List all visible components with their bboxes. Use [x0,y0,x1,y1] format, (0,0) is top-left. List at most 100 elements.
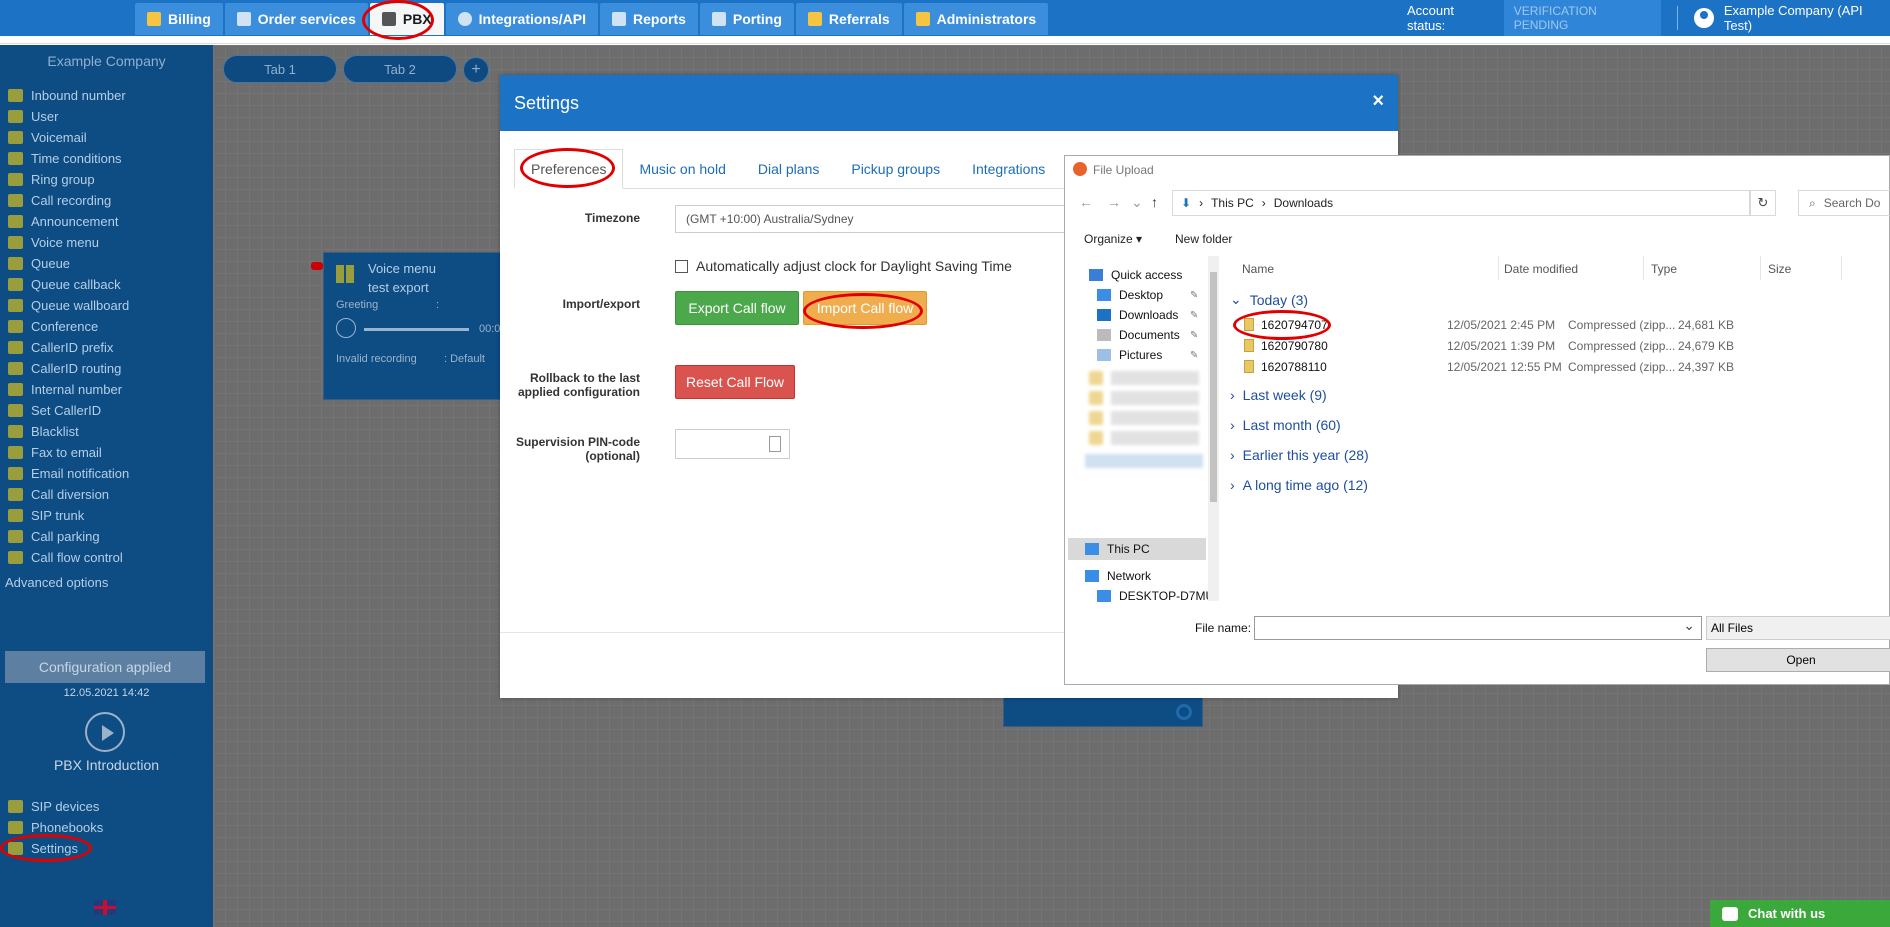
tab-dial-plans[interactable]: Dial plans [742,149,835,189]
sidebar-item-fax-to-email[interactable]: Fax to email [8,442,129,463]
sidebar-item-announcement[interactable]: Announcement [8,211,129,232]
dst-checkbox-row[interactable]: Automatically adjust clock for Daylight … [675,258,1012,274]
sidebar-item-blacklist[interactable]: Blacklist [8,421,129,442]
pin-icon[interactable]: ✎ [1190,310,1198,321]
group-long-time-ago[interactable]: › A long time ago (12) [1230,477,1368,493]
sidebar-item-user[interactable]: User [8,106,129,127]
sidebar-item-time-conditions[interactable]: Time conditions [8,148,129,169]
audio-progress-bar[interactable] [364,328,469,331]
timezone-select[interactable]: (GMT +10:00) Australia/Sydney [675,205,1075,233]
reset-call-flow-button[interactable]: Reset Call Flow [675,365,795,399]
pin-icon[interactable]: ✎ [1190,350,1198,361]
chevron-down-icon[interactable]: ⌄ [1131,194,1143,211]
sidebar-item-callerid-routing[interactable]: CallerID routing [8,358,129,379]
sidebar-item-sip-devices[interactable]: SIP devices [8,796,103,817]
group-last-month[interactable]: › Last month (60) [1230,417,1341,433]
column-name[interactable]: Name [1242,262,1274,276]
nav-tab-billing[interactable]: Billing [135,3,223,35]
sidebar-item-call-flow-control[interactable]: Call flow control [8,547,129,568]
nav-network[interactable]: Network [1085,569,1151,583]
advanced-options-link[interactable]: Advanced options [5,575,108,590]
spinner-icon[interactable] [769,436,781,452]
nav-downloads[interactable]: Downloads [1097,308,1178,322]
sidebar-item-call-parking[interactable]: Call parking [8,526,129,547]
sidebar-item-call-recording[interactable]: Call recording [8,190,129,211]
tab-integrations[interactable]: Integrations [956,149,1061,189]
back-icon[interactable]: ← [1079,194,1093,210]
column-size[interactable]: Size [1768,262,1791,276]
configuration-applied-button[interactable]: Configuration applied [5,651,205,683]
forward-icon[interactable]: → [1107,194,1121,210]
nav-tab-integrations[interactable]: Integrations/API [445,3,599,35]
nav-tab-administrators[interactable]: Administrators [903,3,1049,35]
nav-desktop-host[interactable]: DESKTOP-D7MU [1097,589,1214,603]
add-tab-button[interactable]: + [463,57,489,83]
sidebar-item-conference[interactable]: Conference [8,316,129,337]
canvas-tab-1[interactable]: Tab 1 [223,55,337,83]
play-icon[interactable] [336,318,356,338]
new-folder-button[interactable]: New folder [1175,232,1232,246]
scrollbar-thumb[interactable] [1210,272,1217,502]
company-menu[interactable]: Example Company (API Test) [1724,3,1890,33]
sidebar-item-queue-wallboard[interactable]: Queue wallboard [8,295,129,316]
nav-tab-porting[interactable]: Porting [699,3,794,35]
pin-icon[interactable]: ✎ [1190,290,1198,301]
open-button[interactable]: Open [1706,648,1890,672]
column-type[interactable]: Type [1651,262,1677,276]
group-last-week[interactable]: › Last week (9) [1230,387,1327,403]
nav-quick-access[interactable]: Quick access [1089,268,1182,282]
search-input[interactable]: ⌕ Search Do [1798,190,1890,216]
flow-node[interactable] [1003,697,1203,727]
sidebar-item-queue[interactable]: Queue [8,253,129,274]
sidebar-item-callerid-prefix[interactable]: CallerID prefix [8,337,129,358]
dst-checkbox[interactable] [675,259,688,273]
nav-tab-reports[interactable]: Reports [600,3,698,35]
sidebar-item-voice-menu[interactable]: Voice menu [8,232,129,253]
group-earlier-this-year[interactable]: › Earlier this year (28) [1230,447,1369,463]
gear-icon[interactable] [1176,704,1192,720]
breadcrumb-this-pc[interactable]: This PC [1211,196,1254,210]
address-bar[interactable]: ⬇ › This PC › Downloads [1172,190,1750,216]
play-icon[interactable] [85,712,125,752]
blurred-folder [1085,454,1203,468]
filetype-select[interactable]: All Files [1706,616,1890,640]
file-row[interactable]: 1620788110 12/05/2021 12:55 PM Compressed … [1230,358,1890,376]
sidebar-item-email-notification[interactable]: Email notification [8,463,129,484]
export-call-flow-button[interactable]: Export Call flow [675,291,799,325]
phone-icon [711,12,726,26]
refresh-icon[interactable]: ↻ [1750,190,1776,216]
voice-menu-node[interactable]: Voice menu test export Greeting : 00:0 I… [323,252,513,400]
nav-this-pc[interactable]: This PC [1085,542,1150,556]
column-date-modified[interactable]: Date modified [1504,262,1578,276]
close-icon[interactable]: × [1372,90,1384,113]
sidebar-item-set-callerid[interactable]: Set CallerID [8,400,129,421]
uk-flag-icon[interactable] [94,900,116,915]
supervision-pin-input[interactable] [675,429,790,459]
sidebar-item-inbound-number[interactable]: Inbound number [8,85,129,106]
pin-icon[interactable]: ✎ [1190,330,1198,341]
connector-handle[interactable] [311,262,323,270]
group-today[interactable]: ⌄ Today (3) [1230,291,1308,308]
chat-widget-button[interactable]: Chat with us [1710,900,1890,927]
nav-documents[interactable]: Documents [1097,328,1180,342]
tab-pickup-groups[interactable]: Pickup groups [835,149,956,189]
nav-desktop[interactable]: Desktop [1097,288,1163,302]
breadcrumb-downloads[interactable]: Downloads [1274,196,1333,210]
filename-input[interactable] [1254,616,1702,640]
avatar-icon[interactable] [1694,8,1714,28]
up-icon[interactable]: ↑ [1151,194,1158,210]
sidebar-item-call-diversion[interactable]: Call diversion [8,484,129,505]
nav-pictures[interactable]: Pictures [1097,348,1162,362]
canvas-tab-2[interactable]: Tab 2 [343,55,457,83]
nav-tab-referrals[interactable]: Referrals [795,3,902,35]
sidebar-item-voicemail[interactable]: Voicemail [8,127,129,148]
nav-tab-order-services[interactable]: Order services [224,3,368,35]
sidebar-item-sip-trunk[interactable]: SIP trunk [8,505,129,526]
sidebar-item-internal-number[interactable]: Internal number [8,379,129,400]
file-row[interactable]: 1620790780 12/05/2021 1:39 PM Compressed (… [1230,337,1890,355]
organize-menu[interactable]: Organize ▾ [1084,232,1142,246]
sidebar-item-queue-callback[interactable]: Queue callback [8,274,129,295]
nav-scrollbar[interactable] [1208,256,1219,601]
sidebar-item-ring-group[interactable]: Ring group [8,169,129,190]
tab-music-on-hold[interactable]: Music on hold [623,149,741,189]
